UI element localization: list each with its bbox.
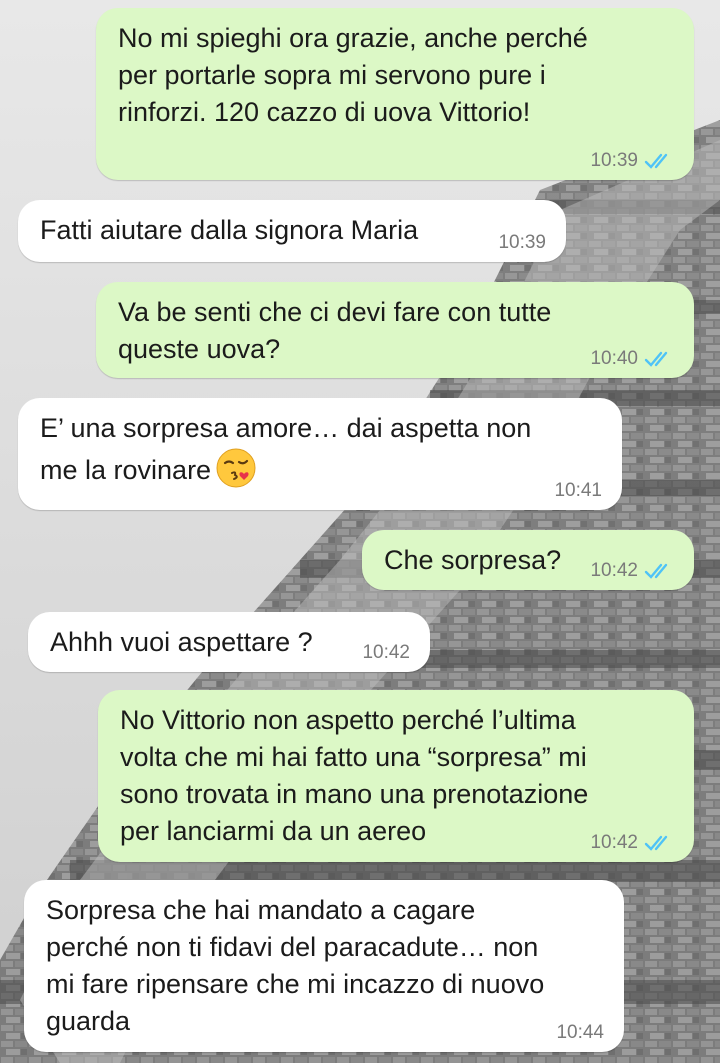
- message-meta: 10:42: [590, 560, 674, 582]
- message-text: Ahhh vuoi aspettare ?: [50, 627, 313, 657]
- message-bubble-incoming[interactable]: Fatti aiutare dalla signora Maria 10:39: [18, 200, 566, 262]
- message-text: No Vittorio non aspetto perché l’ultima …: [120, 705, 589, 846]
- message-meta: 10:40: [590, 348, 674, 370]
- double-check-read-icon: [644, 153, 668, 169]
- message-bubble-incoming[interactable]: E’ una sorpresa amore… dai aspetta non m…: [18, 398, 622, 510]
- double-check-read-icon: [644, 835, 668, 851]
- message-bubble-incoming[interactable]: Sorpresa che hai mandato a cagare perché…: [24, 880, 624, 1052]
- message-time: 10:42: [590, 832, 638, 853]
- message-time: 10:39: [590, 150, 638, 171]
- message-text: Fatti aiutare dalla signora Maria: [40, 215, 419, 245]
- double-check-read-icon: [644, 563, 668, 579]
- message-time: 10:41: [554, 480, 602, 501]
- message-time: 10:42: [362, 642, 410, 663]
- message-meta: 10:39: [498, 232, 546, 254]
- message-time: 10:44: [556, 1022, 604, 1043]
- message-meta: 10:44: [556, 1022, 604, 1044]
- message-bubble-outgoing[interactable]: Che sorpresa? 10:42: [362, 530, 694, 590]
- message-bubble-outgoing[interactable]: Va be senti che ci devi fare con tutte q…: [96, 282, 694, 378]
- message-meta: 10:42: [590, 832, 674, 854]
- message-meta: 10:42: [362, 642, 410, 664]
- message-text: Sorpresa che hai mandato a cagare perché…: [46, 895, 545, 1036]
- message-meta: 10:39: [590, 150, 674, 172]
- double-check-read-icon: [644, 351, 668, 367]
- message-time: 10:42: [590, 560, 638, 581]
- message-text-body: E’ una sorpresa amore… dai aspetta non m…: [40, 413, 532, 485]
- message-bubble-outgoing[interactable]: No mi spieghi ora grazie, anche perché p…: [96, 8, 694, 180]
- message-bubble-incoming[interactable]: Ahhh vuoi aspettare ? 10:42: [28, 612, 430, 672]
- message-meta: 10:41: [554, 480, 602, 502]
- message-text: E’ una sorpresa amore… dai aspetta non m…: [40, 410, 602, 489]
- message-time: 10:40: [590, 348, 638, 369]
- message-bubble-outgoing[interactable]: No Vittorio non aspetto perché l’ultima …: [98, 690, 694, 862]
- message-time: 10:39: [498, 232, 546, 253]
- face-blowing-a-kiss-emoji: [216, 448, 256, 488]
- message-text: No mi spieghi ora grazie, anche perché p…: [118, 23, 588, 127]
